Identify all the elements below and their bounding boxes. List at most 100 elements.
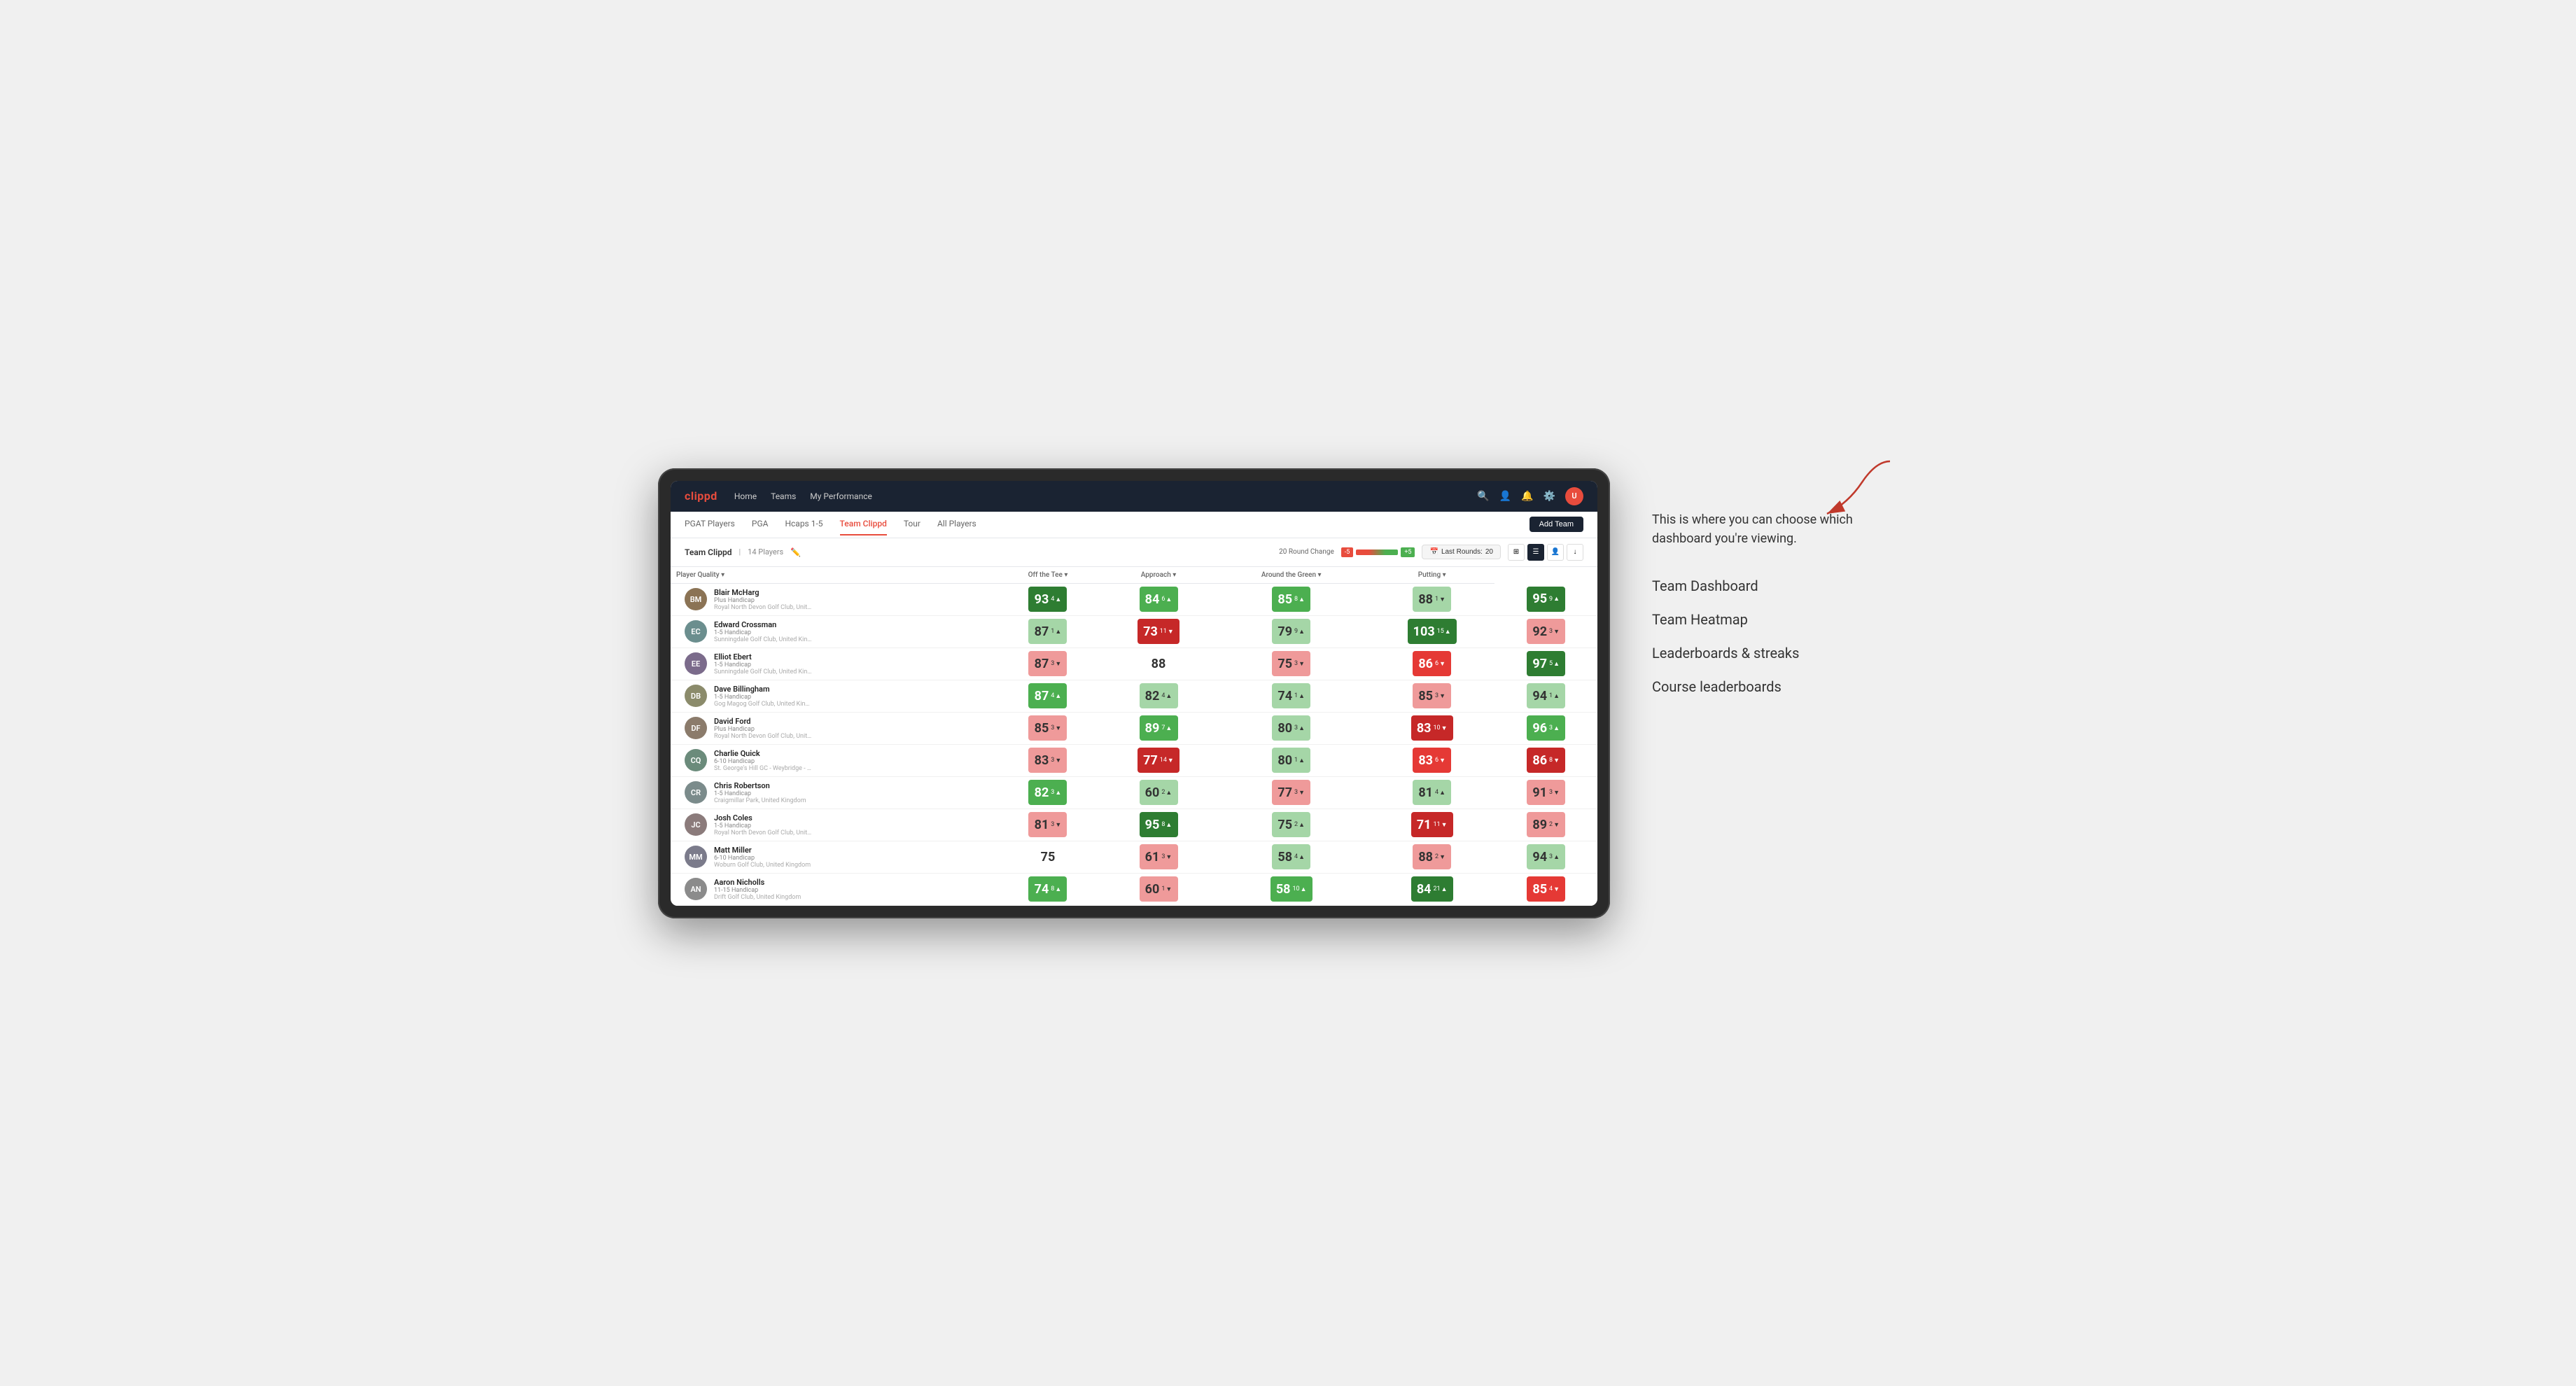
player-cell: BMBlair McHargPlus HandicapRoyal North D… [671, 584, 992, 615]
col-approach[interactable]: Approach ▾ [1104, 567, 1214, 584]
arrow-down-icon [1439, 853, 1446, 861]
subnav-pgat[interactable]: PGAT Players [685, 513, 735, 536]
view-grid-icon[interactable]: ⊞ [1508, 544, 1525, 561]
score-value: 58 [1278, 850, 1292, 864]
settings-icon[interactable]: ⚙️ [1544, 491, 1555, 502]
arrow-up-icon [1298, 853, 1305, 861]
score-change: 9 [1549, 595, 1560, 603]
add-team-button[interactable]: Add Team [1530, 517, 1583, 532]
table-row[interactable]: CRChris Robertson1-5 HandicapCraigmillar… [671, 776, 1597, 808]
player-handicap: 11-15 Handicap [714, 887, 986, 894]
subnav-pga[interactable]: PGA [752, 513, 769, 536]
search-icon[interactable]: 🔍 [1477, 491, 1489, 502]
table-row[interactable]: BMBlair McHargPlus HandicapRoyal North D… [671, 583, 1597, 615]
col-off-tee[interactable]: Off the Tee ▾ [992, 567, 1103, 584]
last-rounds-button[interactable]: 📅 Last Rounds: 20 [1422, 545, 1501, 559]
player-club: Drift Golf Club, United Kingdom [714, 894, 812, 901]
score-change: 10 [1293, 886, 1307, 893]
score-change: 6 [1161, 596, 1172, 603]
score-cell-off_tee: 958 [1104, 808, 1214, 841]
subnav-tour[interactable]: Tour [904, 513, 920, 536]
score-value: 85 [1532, 882, 1547, 897]
score-change: 15 [1437, 628, 1451, 636]
edit-icon[interactable]: ✏️ [790, 547, 801, 557]
col-putting[interactable]: Putting ▾ [1369, 567, 1494, 584]
score-change: 4 [1051, 692, 1061, 700]
team-player-count: 14 Players [748, 547, 783, 556]
arrow-down-icon [1055, 724, 1061, 732]
score-value: 94 [1532, 850, 1547, 864]
subnav-hcaps[interactable]: Hcaps 1-5 [785, 513, 822, 536]
table-row[interactable]: MMMatt Miller6-10 HandicapWoburn Golf Cl… [671, 841, 1597, 873]
player-name: Elliot Ebert [714, 652, 986, 662]
score-value: 79 [1278, 624, 1292, 639]
user-icon[interactable]: 👤 [1499, 491, 1511, 502]
score-change: 3 [1549, 724, 1560, 732]
score-cell-player_quality: 823 [992, 776, 1103, 808]
player-club: Royal North Devon Golf Club, United King… [714, 604, 812, 611]
nav-icons: 🔍 👤 🔔 ⚙️ U [1477, 487, 1583, 505]
player-handicap: 6-10 Handicap [714, 855, 986, 862]
arrow-down-icon [1439, 660, 1446, 668]
score-change: 2 [1294, 821, 1305, 829]
score-cell-off_tee: 824 [1104, 680, 1214, 712]
option-team-dashboard[interactable]: Team Dashboard [1652, 569, 1918, 603]
score-change: 4 [1161, 692, 1172, 700]
score-change: 3 [1051, 660, 1061, 668]
nav-teams[interactable]: Teams [771, 489, 796, 504]
nav-my-performance[interactable]: My Performance [810, 489, 872, 504]
score-change: 3 [1549, 789, 1560, 797]
col-around-green[interactable]: Around the Green ▾ [1213, 567, 1369, 584]
score-value: 74 [1278, 689, 1292, 704]
score-cell-putting: 943 [1494, 841, 1597, 873]
score-value: 83 [1418, 753, 1433, 768]
bell-icon[interactable]: 🔔 [1521, 491, 1533, 502]
arrow-up-icon [1553, 660, 1560, 668]
arrow-down-icon [1055, 660, 1061, 668]
arrow-up-icon [1055, 596, 1061, 603]
score-value: 96 [1532, 721, 1547, 736]
option-leaderboards[interactable]: Leaderboards & streaks [1652, 636, 1918, 670]
player-cell: JCJosh Coles1-5 HandicapRoyal North Devo… [671, 809, 992, 841]
table-row[interactable]: ANAaron Nicholls11-15 HandicapDrift Golf… [671, 873, 1597, 905]
score-value: 82 [1145, 689, 1160, 704]
nav-home[interactable]: Home [734, 489, 757, 504]
score-change: 3 [1549, 853, 1560, 861]
option-team-heatmap[interactable]: Team Heatmap [1652, 603, 1918, 636]
score-change: 2 [1161, 789, 1172, 797]
arrow-down-icon [1441, 821, 1448, 829]
data-table: Player Quality ▾ Off the Tee ▾ Approach … [671, 567, 1597, 906]
arrow-down-icon [1441, 724, 1448, 732]
player-cell: ECEdward Crossman1-5 HandicapSunningdale… [671, 616, 992, 648]
score-change: 2 [1549, 821, 1560, 829]
view-download-icon[interactable]: ↓ [1567, 544, 1583, 561]
table-row[interactable]: DFDavid FordPlus HandicapRoyal North Dev… [671, 712, 1597, 744]
score-value: 94 [1532, 689, 1547, 704]
score-value: 88 [1152, 657, 1166, 671]
score-cell-putting: 868 [1494, 744, 1597, 776]
score-cell-around_green: 866 [1369, 648, 1494, 680]
subnav-all-players[interactable]: All Players [937, 513, 976, 536]
player-handicap: Plus Handicap [714, 726, 986, 733]
col-player[interactable]: Player Quality ▾ [671, 567, 992, 584]
option-course-leaderboards[interactable]: Course leaderboards [1652, 670, 1918, 704]
player-info: Charlie Quick6-10 HandicapSt. George's H… [714, 749, 986, 772]
avatar[interactable]: U [1565, 487, 1583, 505]
table-row[interactable]: EEElliot Ebert1-5 HandicapSunningdale Go… [671, 648, 1597, 680]
table-row[interactable]: ECEdward Crossman1-5 HandicapSunningdale… [671, 615, 1597, 648]
score-cell-putting: 854 [1494, 873, 1597, 905]
view-person-icon[interactable]: 👤 [1547, 544, 1564, 561]
score-value: 92 [1532, 624, 1547, 639]
player-club: Craigmillar Park, United Kingdom [714, 797, 812, 804]
subnav-team-clippd[interactable]: Team Clippd [840, 513, 887, 536]
team-bar: Team Clippd | 14 Players ✏️ 20 Round Cha… [671, 538, 1597, 567]
table-row[interactable]: DBDave Billingham1-5 HandicapGog Magog G… [671, 680, 1597, 712]
view-table-icon[interactable]: ☰ [1527, 544, 1544, 561]
arrow-up-icon [1055, 628, 1061, 636]
score-change: 8 [1051, 886, 1061, 893]
score-cell-putting: 941 [1494, 680, 1597, 712]
score-cell-approach: 752 [1213, 808, 1369, 841]
table-row[interactable]: JCJosh Coles1-5 HandicapRoyal North Devo… [671, 808, 1597, 841]
score-change: 5 [1549, 660, 1560, 668]
table-row[interactable]: CQCharlie Quick6-10 HandicapSt. George's… [671, 744, 1597, 776]
